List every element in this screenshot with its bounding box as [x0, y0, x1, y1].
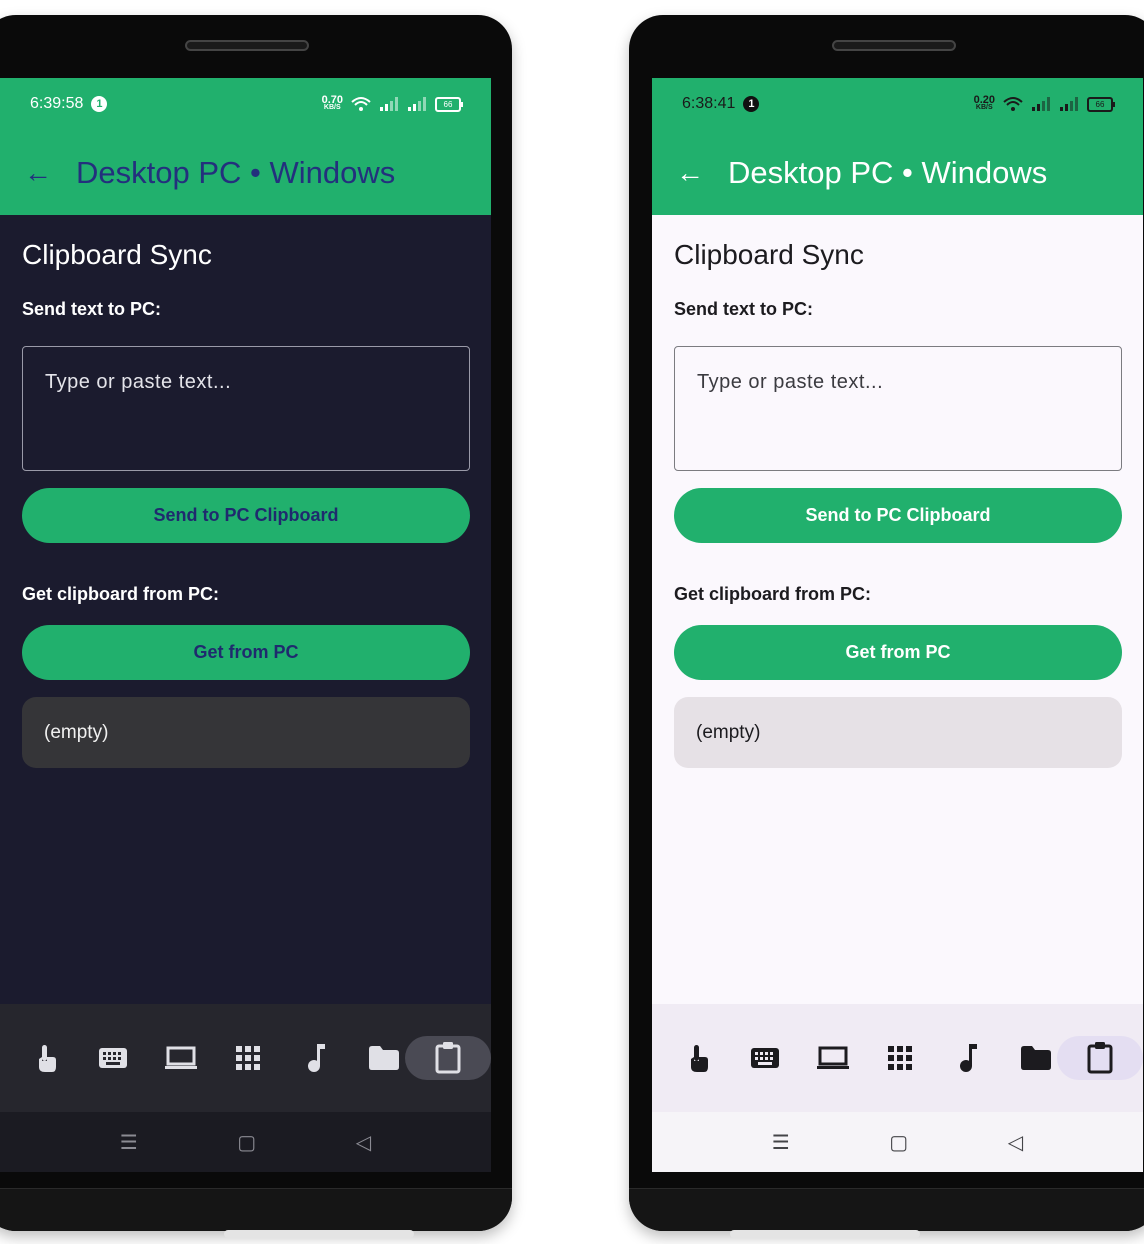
earpiece-speaker [185, 40, 309, 51]
menu-icon[interactable]: ☰ [772, 1130, 790, 1155]
nav-clipboard[interactable] [405, 1036, 491, 1080]
send-text-input[interactable]: Type or paste text... [674, 346, 1122, 471]
grid-icon [236, 1046, 261, 1070]
phone-frame-light: 6:38:41 1 0.20 KB/S 66 ← Desktop PC • Win… [629, 15, 1144, 1231]
notification-badge: 1 [91, 96, 108, 112]
touch-icon [690, 1045, 708, 1072]
app-title: Desktop PC • Windows [728, 154, 1048, 190]
nav-touch[interactable] [664, 1036, 732, 1080]
send-label: Send text to PC: [22, 299, 162, 319]
status-icons: 0.20 KB/S 66 [973, 94, 1115, 112]
phone-chin [629, 1188, 1144, 1231]
system-nav-bar: ☰ ▢ ◁ [0, 1112, 491, 1172]
laptop-icon [164, 1046, 197, 1069]
signal-icon [380, 97, 398, 111]
home-icon[interactable]: ▢ [889, 1130, 908, 1155]
nav-keyboard[interactable] [80, 1036, 148, 1080]
keyboard-icon [751, 1048, 780, 1068]
wifi-icon [351, 97, 371, 111]
app-title: Desktop PC • Windows [76, 154, 396, 190]
bottom-nav [0, 1004, 491, 1112]
phone-shadow [224, 1230, 414, 1238]
music-note-icon [308, 1044, 326, 1072]
app-bar: ← Desktop PC • Windows [652, 130, 1143, 215]
signal-icon [1032, 97, 1050, 111]
clipboard-panel: Clipboard Sync Send text to PC: Type or … [652, 215, 1143, 768]
nav-apps[interactable] [215, 1036, 283, 1080]
network-speed: 0.70 KB/S [321, 94, 343, 112]
get-label: Get clipboard from PC: [22, 584, 220, 604]
clipboard-icon [435, 1042, 461, 1074]
back-arrow-icon[interactable]: ← [676, 157, 718, 189]
nav-music[interactable] [282, 1036, 350, 1080]
app-bar: ← Desktop PC • Windows [0, 130, 491, 215]
touch-icon [38, 1045, 56, 1072]
status-bar: 6:38:41 1 0.20 KB/S 66 [652, 78, 1143, 130]
section-title: Clipboard Sync [674, 239, 864, 270]
nav-laptop[interactable] [147, 1036, 215, 1080]
earpiece-speaker [832, 40, 956, 51]
nav-clipboard[interactable] [1057, 1036, 1143, 1080]
clipboard-panel: Clipboard Sync Send text to PC: Type or … [0, 215, 491, 768]
folder-icon [1020, 1046, 1051, 1070]
get-from-pc-button[interactable]: Get from PC [674, 625, 1122, 680]
network-speed-unit: KB/S [323, 104, 341, 111]
send-to-pc-button[interactable]: Send to PC Clipboard [22, 488, 470, 543]
send-to-pc-button[interactable]: Send to PC Clipboard [674, 488, 1122, 543]
get-from-pc-button[interactable]: Get from PC [22, 625, 470, 680]
screen-light: 6:38:41 1 0.20 KB/S 66 ← Desktop PC • Win… [652, 78, 1143, 1172]
clipboard-result: (empty) [674, 697, 1122, 768]
phone-chin [0, 1188, 512, 1231]
bottom-nav [652, 1004, 1143, 1112]
battery-icon: 66 [1087, 96, 1115, 112]
back-triangle-icon[interactable]: ◁ [1008, 1130, 1023, 1155]
network-speed-unit: KB/S [975, 104, 993, 111]
nav-touch[interactable] [12, 1036, 80, 1080]
status-bar: 6:39:58 1 0.70 KB/S 66 [0, 78, 491, 130]
laptop-icon [816, 1046, 849, 1069]
phone-shadow [730, 1230, 920, 1238]
notification-badge: 1 [743, 96, 760, 112]
wifi-icon [1003, 97, 1023, 111]
send-text-input[interactable]: Type or paste text... [22, 346, 470, 471]
nav-keyboard[interactable] [732, 1036, 800, 1080]
phone-frame-dark: 6:39:58 1 0.70 KB/S 66 ← Desktop PC • Win… [0, 15, 512, 1231]
clipboard-icon [1087, 1042, 1113, 1074]
network-speed: 0.20 KB/S [973, 94, 995, 112]
status-time: 6:39:58 [30, 95, 84, 112]
network-speed-value: 0.70 [321, 94, 343, 106]
back-arrow-icon[interactable]: ← [24, 157, 66, 189]
battery-icon: 66 [435, 96, 463, 112]
music-note-icon [960, 1044, 978, 1072]
send-label: Send text to PC: [674, 299, 814, 319]
grid-icon [888, 1046, 913, 1070]
clipboard-result: (empty) [22, 697, 470, 768]
folder-icon [368, 1046, 399, 1070]
screen-dark: 6:39:58 1 0.70 KB/S 66 ← Desktop PC • Win… [0, 78, 491, 1172]
back-triangle-icon[interactable]: ◁ [356, 1130, 371, 1155]
system-nav-bar: ☰ ▢ ◁ [652, 1112, 1143, 1172]
nav-apps[interactable] [867, 1036, 935, 1080]
signal-icon-2 [1060, 97, 1078, 111]
section-title: Clipboard Sync [22, 239, 212, 270]
home-icon[interactable]: ▢ [237, 1130, 256, 1155]
status-time: 6:38:41 [682, 95, 736, 112]
network-speed-value: 0.20 [973, 94, 995, 106]
menu-icon[interactable]: ☰ [120, 1130, 138, 1155]
nav-laptop[interactable] [799, 1036, 867, 1080]
status-icons: 0.70 KB/S 66 [321, 94, 463, 112]
signal-icon-2 [408, 97, 426, 111]
keyboard-icon [99, 1048, 128, 1068]
get-label: Get clipboard from PC: [674, 584, 872, 604]
nav-music[interactable] [934, 1036, 1002, 1080]
